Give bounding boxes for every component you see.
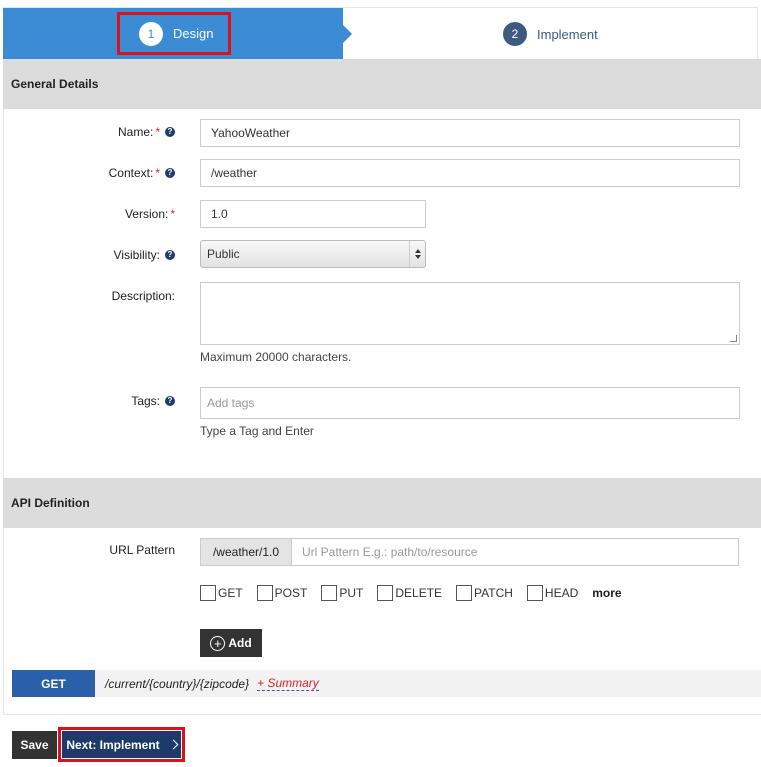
api-definition-header: API Definition xyxy=(3,478,761,528)
more-methods-link[interactable]: more xyxy=(592,586,621,600)
step-implement-number: 2 xyxy=(503,22,527,46)
required-marker: * xyxy=(155,166,160,180)
next-implement-button[interactable]: Next: Implement xyxy=(62,731,181,758)
general-details-header: General Details xyxy=(3,59,761,109)
wizard-steps: 1 Design 2 Implement xyxy=(3,7,758,60)
method-head[interactable]: HEAD xyxy=(526,585,578,601)
method-get[interactable]: GET xyxy=(200,585,243,601)
section-border xyxy=(3,528,4,714)
method-delete[interactable]: DELETE xyxy=(377,585,442,601)
visibility-value: Public xyxy=(207,247,240,261)
required-marker: * xyxy=(170,207,175,221)
url-pattern-input[interactable]: Url Pattern E.g.: path/to/resource xyxy=(291,538,739,566)
context-input[interactable]: /weather xyxy=(200,159,740,187)
plus-circle-icon: + xyxy=(210,635,226,651)
url-prefix: /weather/1.0 xyxy=(200,538,292,566)
step-implement[interactable]: 2 Implement xyxy=(503,22,598,46)
method-checkbox[interactable] xyxy=(321,585,338,601)
method-post[interactable]: POST xyxy=(256,585,307,601)
method-checkbox[interactable] xyxy=(377,585,394,601)
name-input[interactable]: YahooWeather xyxy=(200,119,740,147)
description-hint: Maximum 20000 characters. xyxy=(200,350,352,364)
method-checkbox[interactable] xyxy=(526,585,543,601)
version-input[interactable]: 1.0 xyxy=(200,200,426,228)
method-patch[interactable]: PATCH xyxy=(456,585,513,601)
help-icon[interactable]: ? xyxy=(165,168,175,178)
step-design-label: Design xyxy=(173,26,214,41)
method-checkbox[interactable] xyxy=(200,585,216,601)
chevron-right-icon xyxy=(168,739,179,750)
resource-path: /current/{country}/{zipcode} xyxy=(105,676,250,691)
tags-hint: Type a Tag and Enter xyxy=(200,424,314,438)
description-textarea[interactable] xyxy=(200,282,740,345)
tags-placeholder: Add tags xyxy=(207,396,255,410)
help-icon[interactable]: ? xyxy=(165,396,175,406)
http-methods: GET POST PUT DELETE PATCH HEAD more xyxy=(200,585,622,601)
description-label: Description: xyxy=(111,289,175,303)
footer-divider xyxy=(3,714,761,715)
help-icon[interactable]: ? xyxy=(165,127,175,137)
help-icon[interactable]: ? xyxy=(165,250,175,260)
save-button[interactable]: Save xyxy=(12,731,57,759)
section-border xyxy=(3,109,4,478)
name-label: Name: *? xyxy=(118,125,175,139)
add-resource-button[interactable]: + Add xyxy=(200,629,262,657)
method-checkbox[interactable] xyxy=(256,585,273,601)
resource-summary-link[interactable]: + Summary xyxy=(257,676,319,691)
select-arrows-icon xyxy=(409,241,425,267)
url-pattern-placeholder: Url Pattern E.g.: path/to/resource xyxy=(302,545,478,559)
step-design[interactable]: 1 Design xyxy=(117,12,231,55)
api-publisher-page: 1 Design 2 Implement General Details Nam… xyxy=(0,0,761,767)
method-checkbox[interactable] xyxy=(456,585,473,601)
visibility-select[interactable]: Public xyxy=(200,240,426,268)
tags-input[interactable]: Add tags xyxy=(200,387,740,419)
context-label: Context: *? xyxy=(109,166,175,180)
step-design-number: 1 xyxy=(139,21,163,46)
step-arrow xyxy=(343,25,352,43)
resource-method-badge: GET xyxy=(12,670,95,697)
resize-handle-icon[interactable] xyxy=(730,335,737,342)
tags-label: Tags:? xyxy=(131,394,175,408)
step-implement-label: Implement xyxy=(537,26,598,42)
visibility-label: Visibility:? xyxy=(114,248,175,262)
required-marker: * xyxy=(155,125,160,139)
version-label: Version: * xyxy=(124,207,175,221)
url-pattern-label: URL Pattern xyxy=(109,543,175,557)
resource-row[interactable]: GET /current/{country}/{zipcode} + Summa… xyxy=(12,670,761,697)
method-put[interactable]: PUT xyxy=(321,585,363,601)
